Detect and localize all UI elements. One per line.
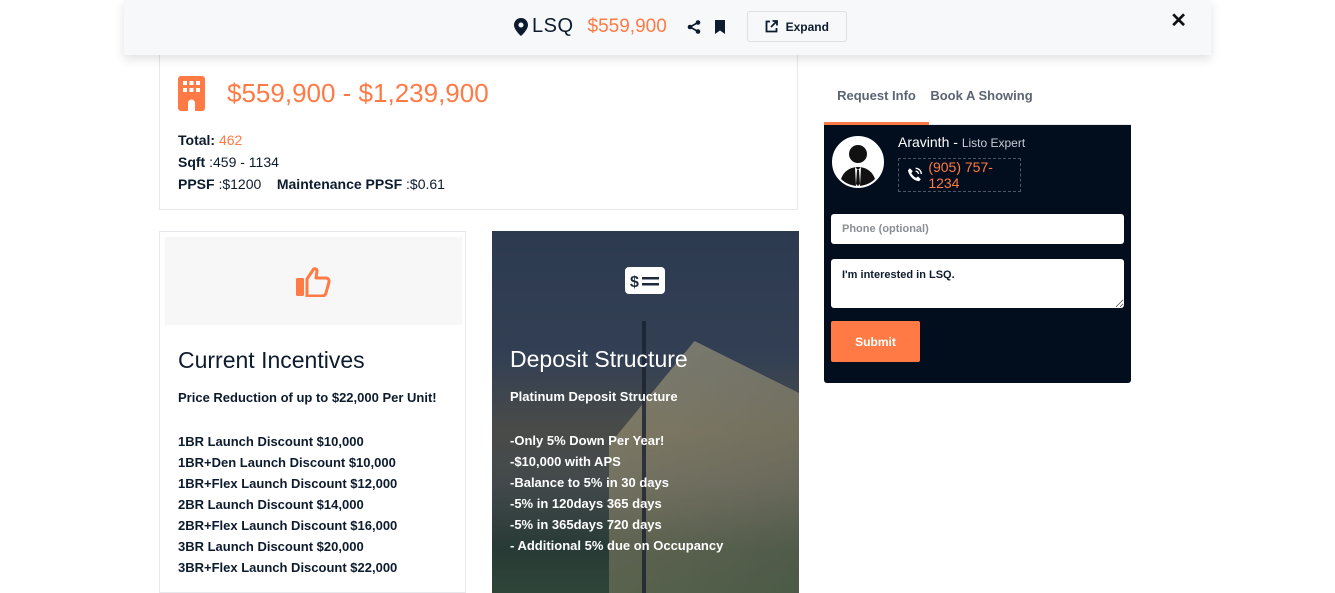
list-item: 2BR+Flex Launch Discount $16,000	[178, 518, 398, 533]
maintenance-value: :$0.61	[406, 176, 445, 192]
sqft-value: :459 - 1134	[209, 154, 279, 170]
incentives-subtitle: Price Reduction of up to $22,000 Per Uni…	[178, 390, 437, 405]
sqft-row: Sqft :459 - 1134	[178, 151, 445, 173]
list-item: 1BR+Flex Launch Discount $12,000	[178, 476, 398, 491]
maintenance-label: Maintenance PPSF	[276, 176, 403, 192]
agent-name: Aravinth - Listo Expert	[898, 134, 1025, 150]
avatar	[832, 136, 884, 188]
tab-request-info[interactable]: Request Info	[824, 70, 929, 125]
thumbs-up-icon	[295, 267, 331, 297]
submit-button[interactable]: Submit	[831, 321, 920, 362]
total-row: Total: 462	[178, 129, 445, 151]
list-item: 1BR Launch Discount $10,000	[178, 434, 364, 449]
map-pin-icon	[514, 17, 528, 36]
total-value: 462	[218, 132, 243, 148]
agent-role: Listo Expert	[961, 136, 1026, 150]
list-item: - Additional 5% due on Occupancy	[510, 538, 724, 553]
total-label: Total:	[178, 132, 216, 148]
contact-sidebar: Request Info Book A Showing Aravinth - L…	[824, 70, 1131, 383]
list-item: 3BR Launch Discount $20,000	[178, 539, 364, 554]
ppsf-label: PPSF	[178, 176, 215, 192]
bookmark-icon[interactable]	[713, 19, 727, 34]
request-info-panel: Aravinth - Listo Expert (905) 757-1234 I…	[824, 125, 1131, 383]
message-textarea[interactable]: I'm interested in LSQ.	[831, 259, 1124, 308]
list-item: -Balance to 5% in 30 days	[510, 475, 669, 490]
tab-book-a-showing[interactable]: Book A Showing	[929, 70, 1034, 124]
incentives-list: 1BR Launch Discount $10,000 1BR+Den Laun…	[178, 431, 397, 578]
agent-phone-link[interactable]: (905) 757-1234	[898, 158, 1021, 192]
ppsf-row: PPSF :$1200 Maintenance PPSF :$0.61	[178, 173, 445, 195]
list-item: 1BR+Den Launch Discount $10,000	[178, 455, 396, 470]
phone-icon	[907, 167, 923, 182]
price-range: $559,900 - $1,239,900	[227, 78, 489, 108]
phone-input[interactable]	[831, 214, 1124, 244]
external-link-icon	[765, 20, 778, 33]
list-item: -5% in 120days 365 days	[510, 496, 662, 511]
expand-label: Expand	[785, 19, 829, 34]
deposit-subtitle: Platinum Deposit Structure	[510, 389, 678, 404]
list-item: -Only 5% Down Per Year!	[510, 433, 665, 448]
building-icon	[178, 76, 205, 111]
list-item: -$10,000 with APS	[510, 454, 621, 469]
deposit-title: Deposit Structure	[510, 346, 688, 372]
agent-name-text: Aravinth -	[898, 134, 958, 150]
contact-tabs: Request Info Book A Showing	[824, 70, 1131, 125]
list-item: 3BR+Flex Launch Discount $22,000	[178, 560, 398, 575]
expand-button[interactable]: Expand	[746, 11, 847, 42]
ppsf-value: :$1200	[218, 176, 262, 192]
incentives-title: Current Incentives	[178, 347, 365, 373]
sqft-label: Sqft	[178, 154, 206, 170]
listing-title: LSQ	[532, 15, 574, 37]
money-bill-icon: $	[625, 267, 665, 294]
share-icon[interactable]	[687, 19, 701, 34]
svg-text:$: $	[630, 274, 639, 289]
listing-modal: LSQ $559,900 Expand ✕ $559,900 - $1,239,…	[124, 0, 1211, 593]
deposit-card: $ Deposit Structure Platinum Deposit Str…	[492, 231, 799, 593]
listing-price: $559,900	[587, 15, 667, 37]
list-item: 2BR Launch Discount $14,000	[178, 497, 364, 512]
agent-phone: (905) 757-1234	[928, 159, 993, 191]
list-item: -5% in 365days 720 days	[510, 517, 662, 532]
close-icon[interactable]: ✕	[1170, 8, 1187, 33]
deposit-list: -Only 5% Down Per Year! -$10,000 with AP…	[510, 430, 723, 556]
price-summary-card: $559,900 - $1,239,900 Total: 462 Sqft :4…	[159, 45, 798, 210]
incentives-card: Current Incentives Price Reduction of up…	[159, 231, 466, 593]
modal-header: LSQ $559,900 Expand ✕	[124, 0, 1211, 55]
